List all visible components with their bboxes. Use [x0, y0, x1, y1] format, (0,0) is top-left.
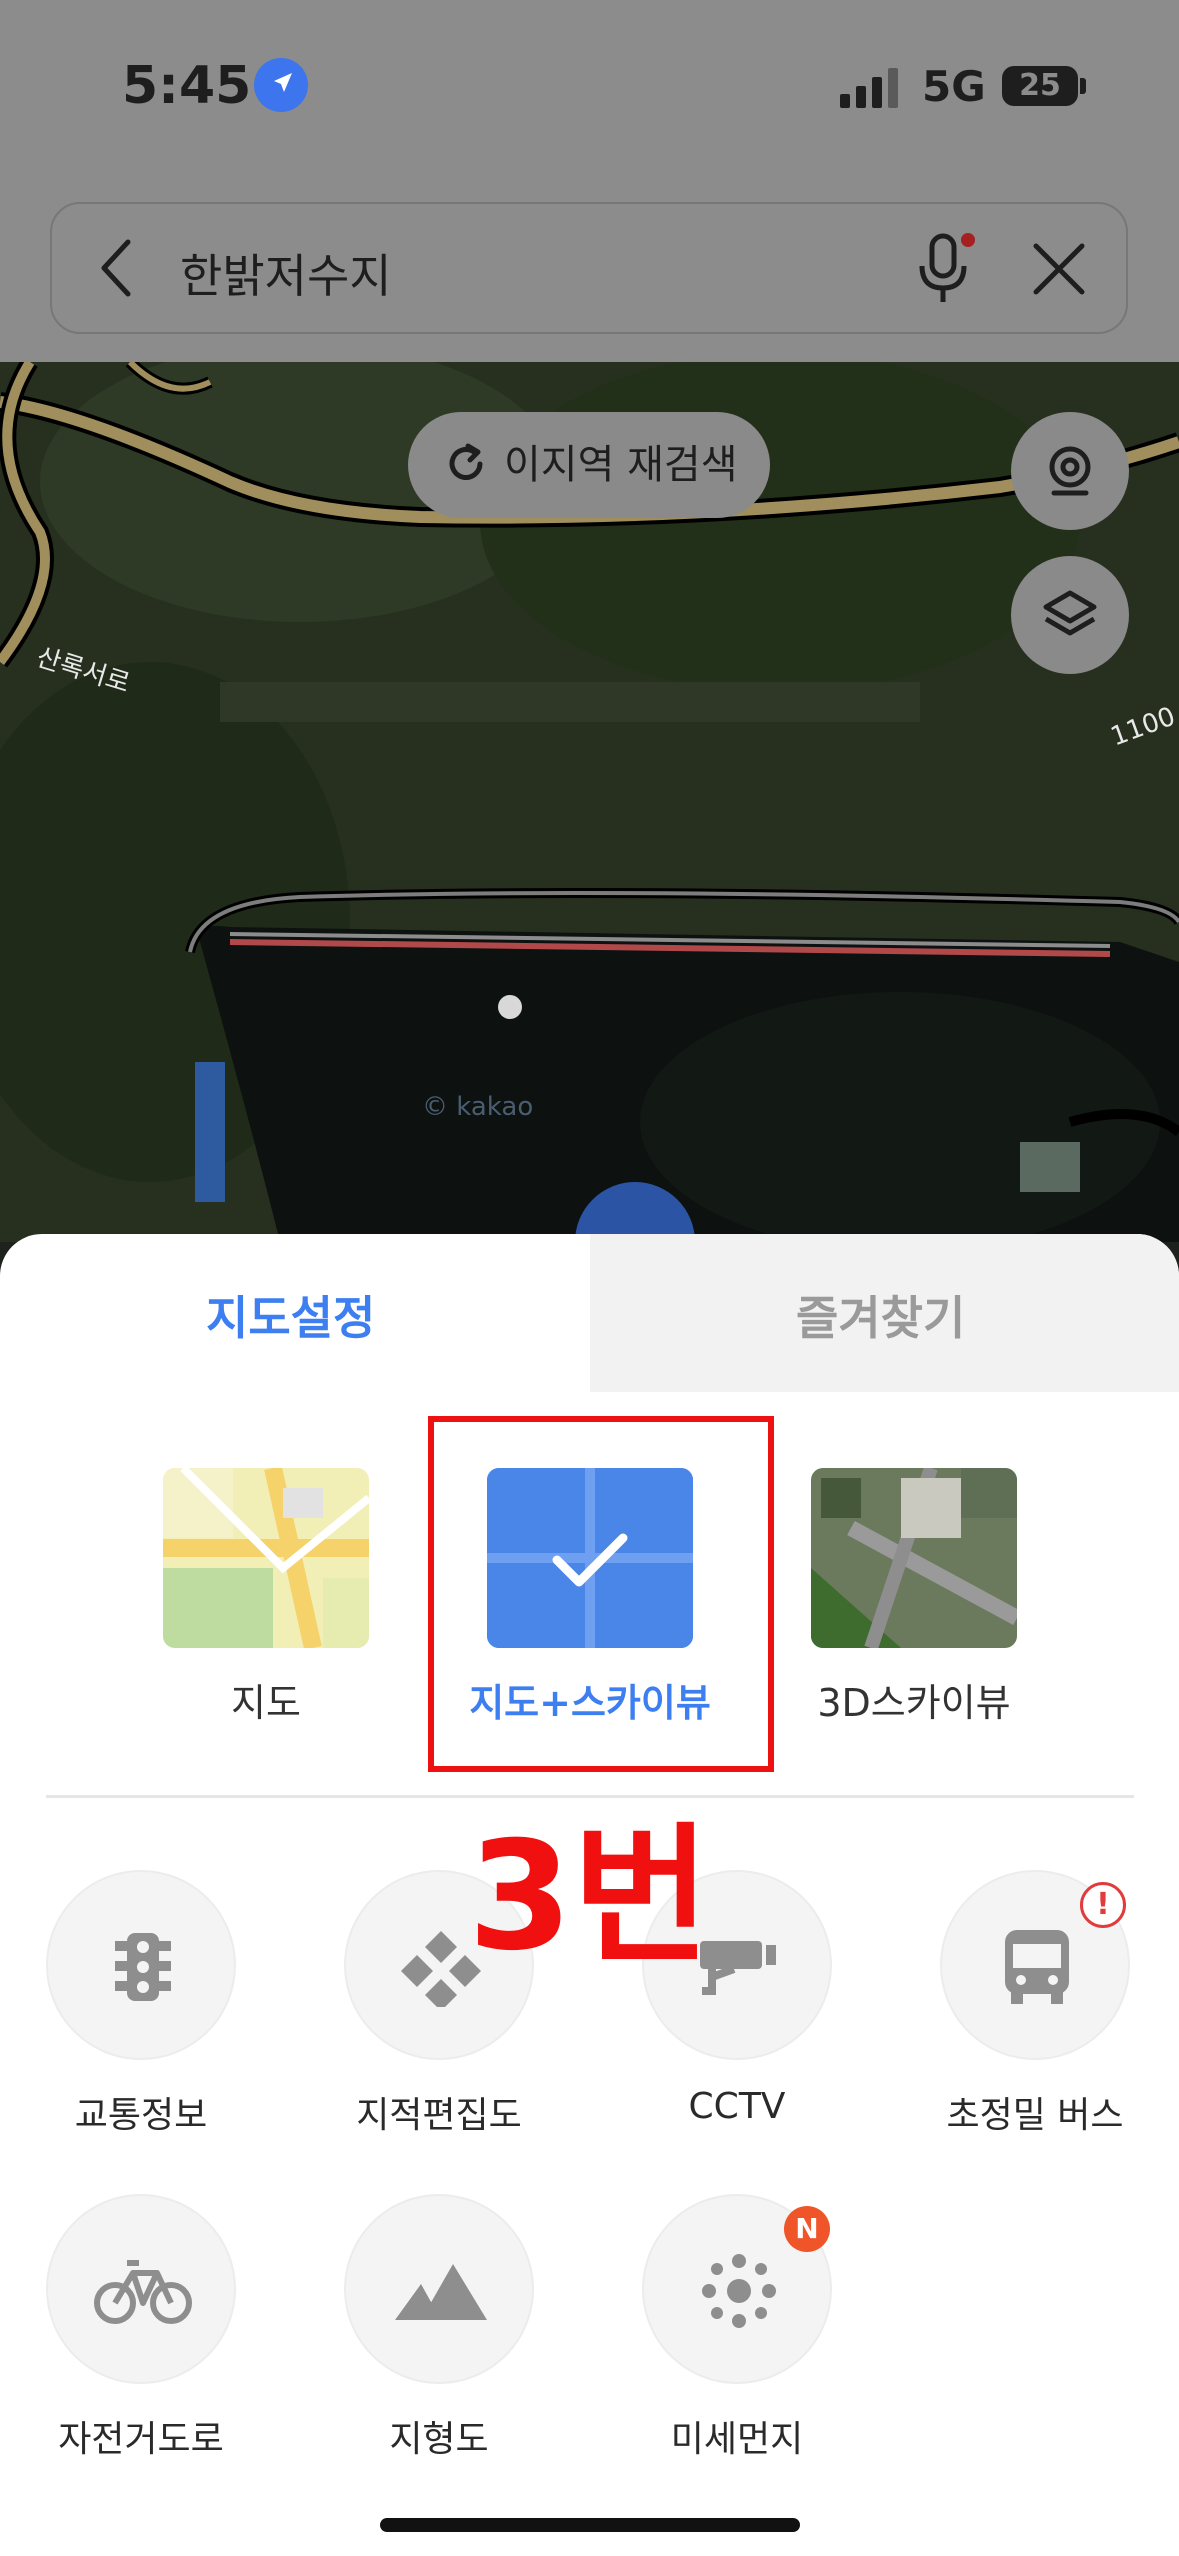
refresh-icon: [449, 443, 483, 480]
dust-icon: [702, 2254, 776, 2328]
new-badge: N: [784, 2206, 830, 2252]
map-type-basic-label: 지도: [231, 1681, 301, 1725]
basic-map-thumbnail: [163, 1468, 369, 1648]
feature-bike-label: 자전거도로: [58, 2419, 224, 2460]
layers-button[interactable]: [1011, 556, 1129, 674]
bus-alert-badge: !: [1080, 1882, 1126, 1928]
research-area-button[interactable]: 이지역 재검색: [408, 412, 770, 518]
feature-terrain-label: 지형도: [389, 2419, 489, 2460]
camera-view-icon: [1049, 446, 1091, 496]
battery-tip: [1080, 78, 1086, 94]
traffic-light-icon: [115, 1933, 171, 2001]
bus-icon: [1005, 1930, 1069, 2004]
home-indicator[interactable]: [380, 2518, 800, 2532]
terrain-icon: [395, 2264, 487, 2320]
search-query[interactable]: 한밝저수지: [180, 240, 392, 306]
feature-dust-label: 미세먼지: [670, 2419, 804, 2460]
back-icon[interactable]: [96, 238, 136, 302]
clear-icon[interactable]: [1030, 240, 1088, 302]
research-area-label: 이지역 재검색: [504, 442, 738, 488]
feature-traffic[interactable]: [46, 1870, 236, 2060]
feature-bike[interactable]: [46, 2194, 236, 2384]
network-type: 5G: [922, 62, 986, 111]
map-type-basic[interactable]: [163, 1468, 369, 1648]
tab-map-settings[interactable]: 지도설정: [206, 1282, 375, 1348]
feature-cadastral-label: 지적편집도: [356, 2095, 522, 2136]
selection-highlight-box: [428, 1416, 774, 1772]
roadview-button[interactable]: [1011, 412, 1129, 530]
tab-favorites[interactable]: 즐겨찾기: [796, 1282, 965, 1348]
location-arrow-icon: [254, 58, 308, 112]
3d-skyview-thumbnail: [811, 1468, 1017, 1648]
annotation-step-label: 3번: [468, 1810, 711, 1984]
battery-indicator: 25: [1002, 66, 1078, 106]
map-type-3d-skyview[interactable]: [811, 1468, 1017, 1648]
feature-bus-label: 초정밀 버스: [946, 2095, 1124, 2136]
bicycle-icon: [94, 2260, 192, 2324]
map-type-3d-skyview-label: 3D스카이뷰: [817, 1681, 1011, 1725]
signal-icon: [840, 68, 902, 112]
microphone-icon[interactable]: [910, 228, 980, 312]
section-divider: [46, 1795, 1134, 1798]
status-time: 5:45: [122, 56, 252, 116]
layers-icon: [1043, 590, 1097, 636]
map-watermark: © kakao: [422, 1092, 534, 1122]
feature-cctv-label: CCTV: [688, 2086, 786, 2127]
feature-terrain[interactable]: [344, 2194, 534, 2384]
feature-traffic-label: 교통정보: [74, 2095, 208, 2136]
